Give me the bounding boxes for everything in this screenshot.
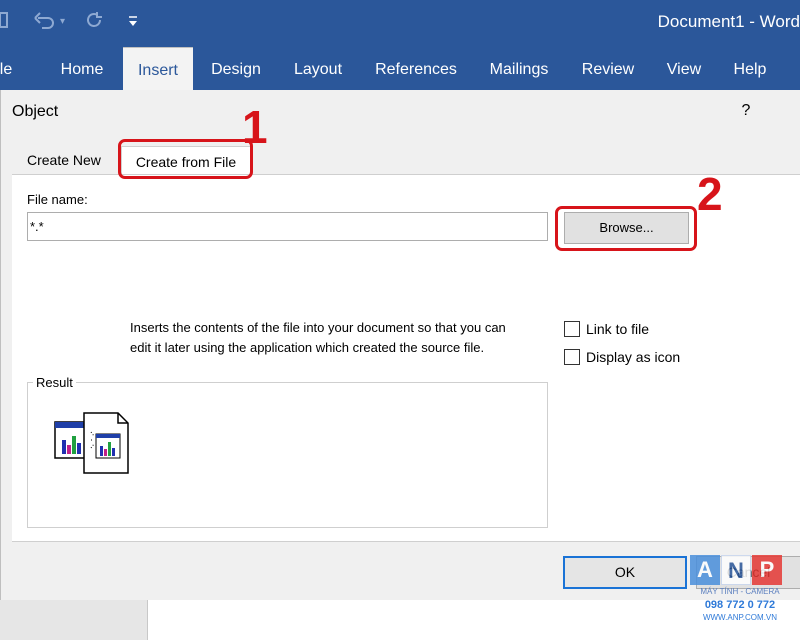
undo-dropdown-icon[interactable]: ▾ bbox=[60, 16, 65, 27]
display-as-icon-label: Display as icon bbox=[586, 349, 681, 365]
checkbox-box[interactable] bbox=[564, 349, 580, 365]
ok-button[interactable]: OK bbox=[563, 556, 687, 589]
tab-view[interactable]: View bbox=[656, 47, 712, 90]
watermark-site: WWW.ANP.COM.VN bbox=[702, 613, 778, 622]
document-margin bbox=[0, 600, 147, 640]
watermark-tagline: MÁY TÍNH - CAMERA bbox=[700, 587, 780, 596]
result-legend: Result bbox=[33, 375, 76, 390]
window-title: Document1 - Word bbox=[657, 12, 800, 31]
checkbox-box[interactable] bbox=[564, 321, 580, 337]
tab-insert[interactable]: Insert bbox=[123, 47, 193, 90]
tab-references[interactable]: References bbox=[366, 47, 466, 90]
embed-file-icon bbox=[54, 412, 130, 479]
customize-qat-icon[interactable] bbox=[128, 14, 138, 31]
link-to-file-checkbox[interactable]: Link to file bbox=[564, 321, 649, 337]
tab-home[interactable]: Home bbox=[48, 47, 116, 90]
file-name-input[interactable] bbox=[27, 212, 548, 241]
tab-layout[interactable]: Layout bbox=[282, 47, 354, 90]
display-as-icon-checkbox[interactable]: Display as icon bbox=[564, 349, 680, 365]
tab-help[interactable]: Help bbox=[722, 47, 778, 90]
tab-mailings[interactable]: Mailings bbox=[478, 47, 560, 90]
anp-watermark: A N P MÁY TÍNH - CAMERA 098 772 0 772 WW… bbox=[690, 555, 800, 635]
watermark-letter-a: A bbox=[690, 555, 720, 585]
tab-review[interactable]: Review bbox=[572, 47, 644, 90]
tab-file[interactable]: le bbox=[0, 47, 15, 90]
ribbon-tabs: le Home Insert Design Layout References … bbox=[0, 47, 800, 90]
result-description: Inserts the contents of the file into yo… bbox=[130, 320, 506, 355]
watermark-phone: 098 772 0 772 bbox=[704, 599, 776, 611]
watermark-letter-p: P bbox=[752, 555, 782, 585]
watermark-letter-n: N bbox=[721, 555, 751, 585]
tab-create-new[interactable]: Create New bbox=[17, 148, 112, 173]
highlight-create-from-file bbox=[118, 139, 253, 179]
help-button[interactable]: ? bbox=[739, 102, 753, 120]
title-bar: ▾ Document1 - Word bbox=[0, 0, 800, 47]
highlight-browse bbox=[555, 206, 697, 251]
dialog-title: Object bbox=[12, 103, 59, 120]
save-icon[interactable] bbox=[0, 10, 8, 36]
link-to-file-label: Link to file bbox=[586, 321, 650, 337]
step-2-marker: 2 bbox=[697, 168, 723, 220]
step-1-marker: 1 bbox=[242, 101, 268, 153]
undo-icon[interactable] bbox=[33, 10, 55, 36]
file-name-label: File name: bbox=[27, 192, 88, 207]
tab-design[interactable]: Design bbox=[200, 47, 272, 90]
redo-icon[interactable] bbox=[84, 10, 104, 36]
